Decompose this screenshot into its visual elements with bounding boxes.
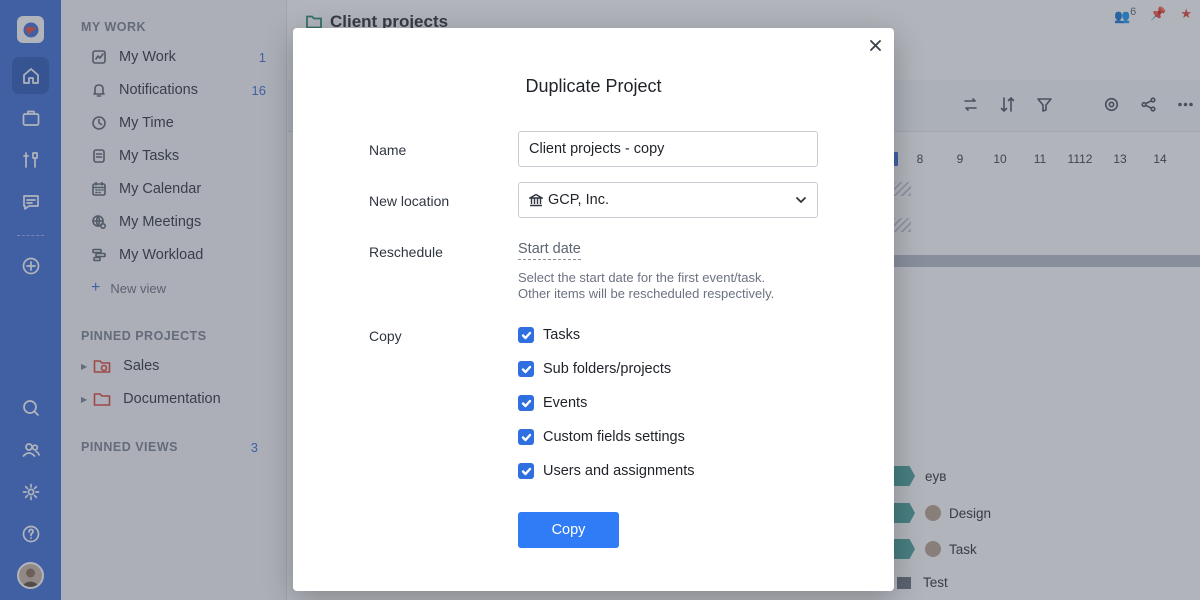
option-label: Custom fields settings bbox=[543, 429, 685, 445]
option-label: Users and assignments bbox=[543, 463, 695, 479]
chevron-down-icon bbox=[796, 197, 806, 203]
checkbox-events[interactable] bbox=[518, 395, 534, 411]
building-icon bbox=[529, 193, 543, 207]
option-label: Sub folders/projects bbox=[543, 361, 672, 377]
checkbox-sub-folders[interactable] bbox=[518, 361, 534, 377]
option-events[interactable]: Events bbox=[518, 394, 587, 412]
option-sub-folders[interactable]: Sub folders/projects bbox=[518, 360, 671, 378]
duplicate-project-dialog: Duplicate Project Name New location GCP,… bbox=[293, 28, 894, 591]
start-date-picker[interactable]: Start date bbox=[518, 241, 581, 260]
close-icon bbox=[869, 39, 881, 51]
reschedule-label: Reschedule bbox=[369, 244, 443, 260]
checkbox-custom-fields[interactable] bbox=[518, 429, 534, 445]
option-label: Tasks bbox=[543, 327, 581, 343]
option-users-assignments[interactable]: Users and assignments bbox=[518, 462, 695, 480]
check-icon bbox=[521, 399, 531, 407]
option-tasks[interactable]: Tasks bbox=[518, 326, 580, 344]
dialog-title: Duplicate Project bbox=[525, 76, 662, 96]
option-custom-fields[interactable]: Custom fields settings bbox=[518, 428, 685, 446]
check-icon bbox=[521, 433, 531, 441]
check-icon bbox=[521, 467, 531, 475]
hint-line: Other items will be rescheduled respecti… bbox=[518, 286, 775, 301]
location-select[interactable]: GCP, Inc. bbox=[518, 182, 818, 218]
location-value: GCP, Inc. bbox=[548, 192, 609, 208]
option-label: Events bbox=[543, 395, 588, 411]
checkbox-tasks[interactable] bbox=[518, 327, 534, 343]
check-icon bbox=[521, 365, 531, 373]
close-button[interactable] bbox=[866, 36, 884, 54]
new-location-label: New location bbox=[369, 193, 450, 209]
hint-line: Select the start date for the first even… bbox=[518, 270, 766, 285]
copy-button[interactable]: Copy bbox=[518, 512, 619, 548]
check-icon bbox=[521, 331, 531, 339]
reschedule-hint: Select the start date for the first even… bbox=[518, 270, 774, 302]
name-label: Name bbox=[369, 142, 407, 158]
copy-label: Copy bbox=[369, 328, 402, 344]
name-field[interactable] bbox=[518, 131, 818, 167]
checkbox-users-assignments[interactable] bbox=[518, 463, 534, 479]
